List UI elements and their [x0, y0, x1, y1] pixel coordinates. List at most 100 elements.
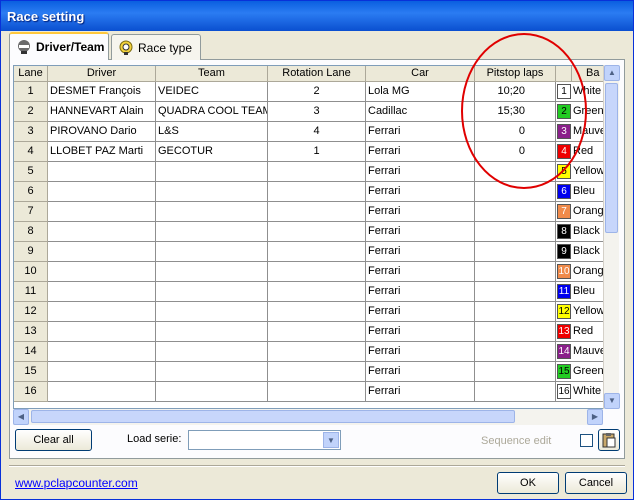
rotation-lane-cell[interactable] — [268, 202, 366, 222]
rotation-lane-cell[interactable] — [268, 342, 366, 362]
col-header-rotation-lane[interactable]: Rotation Lane — [268, 66, 366, 82]
scroll-right-icon[interactable]: ▶ — [587, 409, 603, 425]
driver-cell[interactable] — [48, 362, 156, 382]
driver-cell[interactable] — [48, 382, 156, 402]
rotation-lane-cell[interactable]: 1 — [268, 142, 366, 162]
pitstop-laps-cell[interactable]: 15;30 — [475, 102, 556, 122]
team-cell[interactable] — [156, 322, 268, 342]
team-cell[interactable] — [156, 362, 268, 382]
website-link[interactable]: www.pclapcounter.com — [15, 476, 138, 490]
pitstop-laps-cell[interactable] — [475, 322, 556, 342]
pitstop-laps-cell[interactable] — [475, 222, 556, 242]
cancel-button[interactable]: Cancel — [565, 472, 627, 494]
driver-cell[interactable] — [48, 162, 156, 182]
sequence-edit-checkbox[interactable] — [580, 434, 593, 447]
car-cell[interactable]: Ferrari — [366, 162, 475, 182]
driver-cell[interactable] — [48, 182, 156, 202]
clear-all-button[interactable]: Clear all — [15, 429, 92, 451]
rotation-lane-cell[interactable]: 3 — [268, 102, 366, 122]
rotation-lane-cell[interactable] — [268, 282, 366, 302]
col-header-car[interactable]: Car — [366, 66, 475, 82]
rotation-lane-cell[interactable]: 4 — [268, 122, 366, 142]
chevron-down-icon[interactable]: ▼ — [323, 432, 339, 448]
tab-race-type[interactable]: Race type — [111, 34, 201, 60]
col-header-pitstop-laps[interactable]: Pitstop laps — [475, 66, 556, 82]
pitstop-laps-cell[interactable] — [475, 202, 556, 222]
driver-cell[interactable] — [48, 222, 156, 242]
load-serie-select[interactable]: ▼ — [188, 430, 341, 450]
rotation-lane-cell[interactable] — [268, 222, 366, 242]
car-cell[interactable]: Ferrari — [366, 342, 475, 362]
pitstop-laps-cell[interactable] — [475, 242, 556, 262]
team-cell[interactable]: QUADRA COOL TEAM — [156, 102, 268, 122]
pitstop-laps-cell[interactable]: 10;20 — [475, 82, 556, 102]
pitstop-laps-cell[interactable] — [475, 262, 556, 282]
rotation-lane-cell[interactable] — [268, 382, 366, 402]
driver-cell[interactable]: DESMET François — [48, 82, 156, 102]
team-cell[interactable] — [156, 282, 268, 302]
car-cell[interactable]: Cadillac — [366, 102, 475, 122]
rotation-lane-cell[interactable] — [268, 302, 366, 322]
team-cell[interactable] — [156, 382, 268, 402]
car-cell[interactable]: Ferrari — [366, 382, 475, 402]
ok-button[interactable]: OK — [497, 472, 559, 494]
team-cell[interactable] — [156, 222, 268, 242]
driver-cell[interactable] — [48, 342, 156, 362]
col-header-driver[interactable]: Driver — [48, 66, 156, 82]
team-cell[interactable] — [156, 162, 268, 182]
driver-cell[interactable] — [48, 242, 156, 262]
team-cell[interactable]: VEIDEC — [156, 82, 268, 102]
col-header-team[interactable]: Team — [156, 66, 268, 82]
rotation-lane-cell[interactable] — [268, 262, 366, 282]
rotation-lane-cell[interactable] — [268, 162, 366, 182]
col-header-lane[interactable]: Lane — [14, 66, 48, 82]
paste-button[interactable] — [598, 429, 620, 451]
driver-cell[interactable]: PIROVANO Dario — [48, 122, 156, 142]
car-cell[interactable]: Lola MG — [366, 82, 475, 102]
car-cell[interactable]: Ferrari — [366, 302, 475, 322]
vertical-scrollbar[interactable]: ▲ ▼ — [603, 65, 620, 409]
car-cell[interactable]: Ferrari — [366, 322, 475, 342]
team-cell[interactable]: GECOTUR — [156, 142, 268, 162]
car-cell[interactable]: Ferrari — [366, 242, 475, 262]
pitstop-laps-cell[interactable]: 0 — [475, 122, 556, 142]
car-cell[interactable]: Ferrari — [366, 362, 475, 382]
team-cell[interactable] — [156, 302, 268, 322]
scroll-down-icon[interactable]: ▼ — [604, 393, 620, 409]
driver-cell[interactable] — [48, 322, 156, 342]
vertical-scroll-thumb[interactable] — [605, 83, 618, 233]
rotation-lane-cell[interactable] — [268, 242, 366, 262]
pitstop-laps-cell[interactable] — [475, 362, 556, 382]
horizontal-scrollbar[interactable]: ◀ ▶ — [13, 409, 603, 425]
team-cell[interactable] — [156, 262, 268, 282]
car-cell[interactable]: Ferrari — [366, 182, 475, 202]
driver-cell[interactable]: HANNEVART Alain — [48, 102, 156, 122]
driver-cell[interactable] — [48, 302, 156, 322]
pitstop-laps-cell[interactable] — [475, 162, 556, 182]
horizontal-scroll-thumb[interactable] — [31, 410, 515, 423]
scroll-left-icon[interactable]: ◀ — [13, 409, 29, 425]
pitstop-laps-cell[interactable] — [475, 282, 556, 302]
team-cell[interactable]: L&S — [156, 122, 268, 142]
car-cell[interactable]: Ferrari — [366, 222, 475, 242]
rotation-lane-cell[interactable] — [268, 362, 366, 382]
car-cell[interactable]: Ferrari — [366, 262, 475, 282]
pitstop-laps-cell[interactable]: 0 — [475, 142, 556, 162]
driver-cell[interactable] — [48, 202, 156, 222]
pitstop-laps-cell[interactable] — [475, 302, 556, 322]
team-cell[interactable] — [156, 242, 268, 262]
car-cell[interactable]: Ferrari — [366, 122, 475, 142]
car-cell[interactable]: Ferrari — [366, 202, 475, 222]
car-cell[interactable]: Ferrari — [366, 282, 475, 302]
team-cell[interactable] — [156, 342, 268, 362]
pitstop-laps-cell[interactable] — [475, 182, 556, 202]
rotation-lane-cell[interactable] — [268, 182, 366, 202]
driver-cell[interactable] — [48, 282, 156, 302]
rotation-lane-cell[interactable] — [268, 322, 366, 342]
pitstop-laps-cell[interactable] — [475, 382, 556, 402]
col-header-number[interactable] — [556, 66, 572, 82]
team-cell[interactable] — [156, 202, 268, 222]
pitstop-laps-cell[interactable] — [475, 342, 556, 362]
team-cell[interactable] — [156, 182, 268, 202]
scroll-up-icon[interactable]: ▲ — [604, 65, 620, 81]
